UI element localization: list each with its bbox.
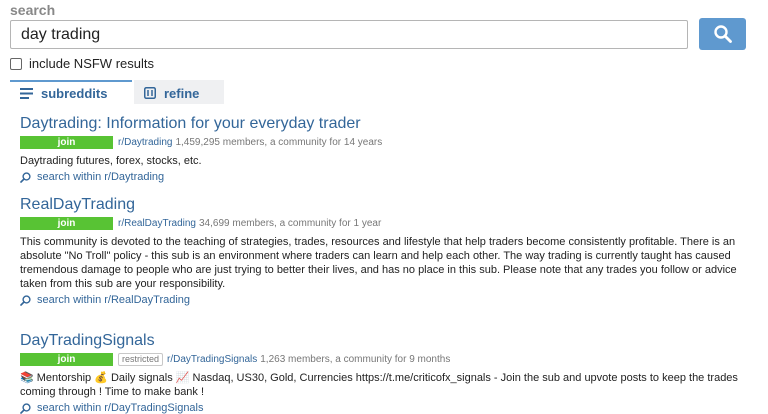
list-icon bbox=[20, 87, 33, 99]
refine-icon bbox=[144, 87, 156, 99]
result-description: 📚 Mentorship 💰 Daily signals 📈 Nasdaq, U… bbox=[20, 372, 738, 398]
tab-refine[interactable]: refine bbox=[134, 80, 224, 104]
result-description: This community is devoted to the teachin… bbox=[20, 236, 737, 290]
search-within-label: search within r/RealDayTrading bbox=[37, 294, 191, 306]
search-within-label: search within r/DayTradingSignals bbox=[37, 402, 204, 414]
subreddit-link[interactable]: r/Daytrading bbox=[118, 137, 172, 148]
result-title[interactable]: RealDayTrading bbox=[20, 196, 135, 214]
search-within-link[interactable]: search within r/RealDayTrading bbox=[20, 294, 740, 306]
result-description: Daytrading futures, forex, stocks, etc. bbox=[20, 155, 202, 167]
join-button[interactable]: join bbox=[20, 217, 113, 230]
result-daytrading: Daytrading: Information for your everyda… bbox=[20, 115, 740, 183]
result-tabs: subreddits refine bbox=[10, 80, 224, 104]
search-icon bbox=[20, 171, 31, 183]
search-within-link[interactable]: search within r/Daytrading bbox=[20, 171, 740, 183]
nsfw-option: include NSFW results bbox=[10, 56, 154, 71]
search-icon bbox=[20, 294, 31, 306]
search-icon bbox=[713, 25, 732, 43]
result-meta: join r/Daytrading 1,459,295 members, a c… bbox=[20, 135, 740, 150]
search-input[interactable] bbox=[10, 20, 688, 49]
subreddit-stats: 34,699 members, a community for 1 year bbox=[199, 218, 382, 229]
join-button[interactable]: join bbox=[20, 136, 113, 149]
search-button[interactable] bbox=[699, 18, 746, 50]
tab-subreddits[interactable]: subreddits bbox=[10, 80, 132, 104]
search-within-label: search within r/Daytrading bbox=[37, 171, 165, 183]
result-title[interactable]: Daytrading: Information for your everyda… bbox=[20, 115, 361, 133]
nsfw-checkbox[interactable] bbox=[10, 57, 22, 70]
nsfw-label: include NSFW results bbox=[29, 56, 154, 71]
subreddit-stats: 1,263 members, a community for 9 months bbox=[260, 354, 451, 365]
search-icon bbox=[20, 402, 31, 414]
search-within-link[interactable]: search within r/DayTradingSignals bbox=[20, 402, 740, 414]
tab-subreddits-label: subreddits bbox=[41, 85, 108, 101]
tab-refine-label: refine bbox=[164, 85, 200, 101]
subreddit-link[interactable]: r/RealDayTrading bbox=[118, 218, 196, 229]
subreddit-link[interactable]: r/DayTradingSignals bbox=[167, 354, 257, 365]
restricted-badge: restricted bbox=[118, 353, 164, 366]
join-button[interactable]: join bbox=[20, 353, 113, 366]
result-meta: join restricted r/DayTradingSignals 1,26… bbox=[20, 352, 740, 367]
result-meta: join r/RealDayTrading 34,699 members, a … bbox=[20, 216, 740, 231]
result-daytradingsignals: DayTradingSignals join restricted r/DayT… bbox=[20, 332, 740, 414]
subreddit-stats: 1,459,295 members, a community for 14 ye… bbox=[175, 137, 383, 148]
search-label: search bbox=[10, 2, 56, 18]
result-realdaytrading: RealDayTrading join r/RealDayTrading 34,… bbox=[20, 196, 740, 306]
result-title[interactable]: DayTradingSignals bbox=[20, 332, 155, 350]
